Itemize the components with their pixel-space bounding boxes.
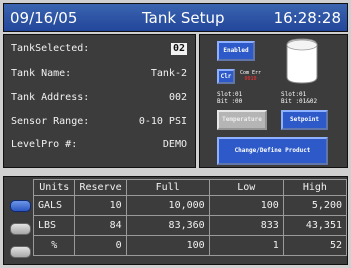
col-header-full: Full [125,179,210,196]
cell-units: % [32,235,76,256]
tank-icon [286,38,318,84]
table-header-row: Units Reserve Full Low High [32,179,348,196]
temperature-button[interactable]: Temperature [217,110,267,130]
setpoint-button[interactable]: Setpoint [281,110,328,130]
levelpro-row: LevelPro #: DEMO [11,139,187,153]
unit-select-gals-button[interactable] [10,200,31,212]
tank-info-panel: TankSelected: 02 Tank Name: Tank-2 Tank … [3,34,196,168]
sensor-range-label: Sensor Range: [11,116,90,127]
cell-units: GALS [32,195,76,216]
cell-full: 83,360 [125,215,210,236]
cell-reserve: 10 [74,195,127,216]
tank-control-panel: Enabled Clr Com Err 0010 Slot:01 Bit :00… [199,34,348,168]
enabled-button[interactable]: Enabled [217,41,255,61]
cell-low: 100 [208,195,284,216]
tank-name-row: Tank Name: Tank-2 [11,68,187,82]
units-table: Units Reserve Full Low High GALS 10 10,0… [32,179,348,256]
tank-setup-screen: 09/16/05 Tank Setup 16:28:28 TankSelecte… [0,0,351,268]
tank-name-value: Tank-2 [150,68,187,79]
page-title: Tank Setup [142,9,225,27]
table-row: % 0 100 1 52 [32,235,348,256]
levelpro-label: LevelPro #: [11,139,78,150]
slot-b-line2: Bit :01&02 [281,98,318,105]
cell-full: 10,000 [125,195,210,216]
slot-info-level: Slot:01 Bit :01&02 [281,91,317,105]
tank-selected-value[interactable]: 02 [170,43,187,55]
slot-a-line2: Bit :00 [217,98,243,105]
cell-units: LBS [32,215,76,236]
com-error-indicator: Com Err 0010 [240,70,261,82]
cell-low: 833 [208,215,284,236]
cell-high: 52 [282,235,348,256]
sensor-range-value: 0-10 PSI [138,116,187,127]
unit-select-percent-button[interactable] [10,246,31,258]
cell-low: 1 [208,235,284,256]
tank-name-label: Tank Name: [11,68,72,79]
cell-reserve: 84 [74,215,127,236]
change-define-product-button[interactable]: Change/Define Product [217,137,328,165]
com-error-code: 0010 [244,76,257,82]
table-row: LBS 84 83,360 833 43,351 [32,215,348,236]
col-header-low: Low [208,179,284,196]
col-header-units: Units [32,179,76,196]
slot-info-enabled: Slot:01 Bit :00 [217,91,242,105]
header-bar: 09/16/05 Tank Setup 16:28:28 [3,3,348,32]
clear-error-button[interactable]: Clr [217,69,235,84]
tank-address-value: 002 [168,92,187,103]
col-header-high: High [282,179,348,196]
slot-b-line1: Slot:01 [281,91,307,98]
tank-selected-row: TankSelected: 02 [11,43,187,57]
sensor-range-row: Sensor Range: 0-10 PSI [11,116,187,130]
levelpro-value: DEMO [162,139,187,150]
col-header-reserve: Reserve [74,179,127,196]
tank-address-label: Tank Address: [11,92,90,103]
cell-full: 100 [125,235,210,256]
tank-address-row: Tank Address: 002 [11,92,187,106]
unit-select-lbs-button[interactable] [10,223,31,235]
slot-a-line1: Slot:01 [217,91,243,98]
cell-reserve: 0 [74,235,127,256]
tank-selected-label: TankSelected: [11,43,90,54]
header-date: 09/16/05 [10,9,78,27]
units-table-panel: Units Reserve Full Low High GALS 10 10,0… [3,176,348,265]
cell-high: 43,351 [282,215,348,236]
cell-high: 5,200 [282,195,348,216]
table-row: GALS 10 10,000 100 5,200 [32,195,348,216]
header-time: 16:28:28 [273,9,341,27]
